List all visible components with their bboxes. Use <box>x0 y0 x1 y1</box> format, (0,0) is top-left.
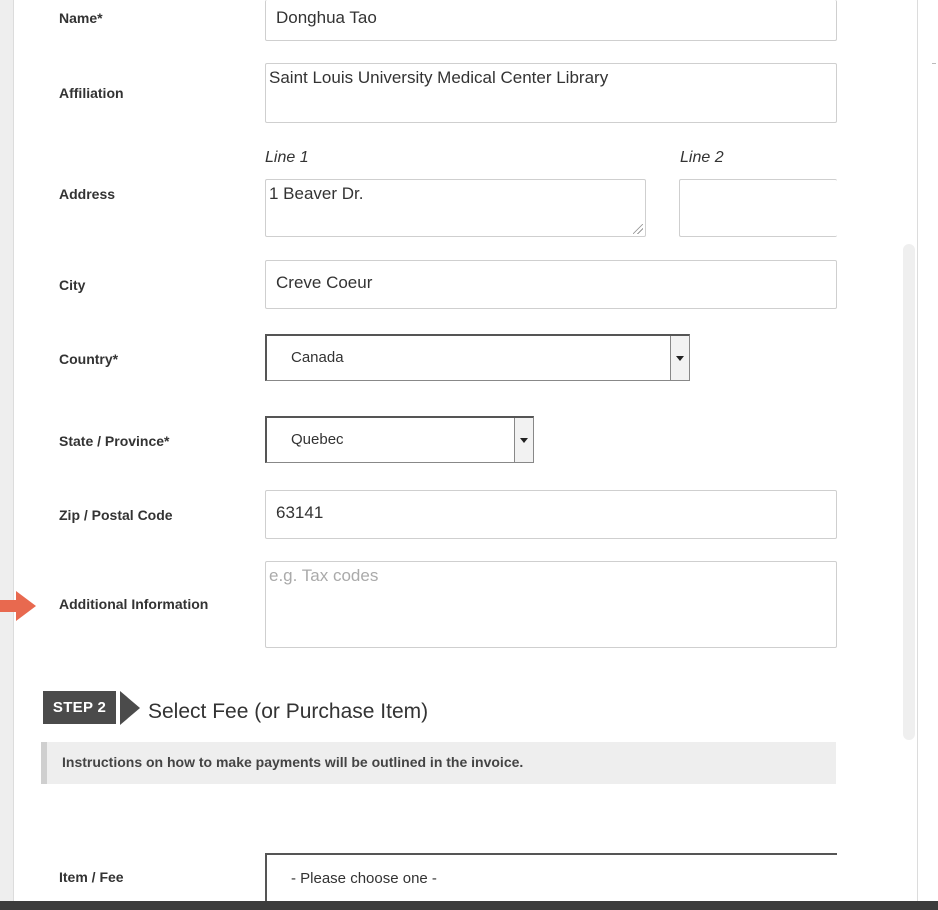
city-label: City <box>59 277 86 293</box>
address-line1-value: 1 Beaver Dr. <box>269 184 364 203</box>
state-label: State / Province* <box>59 433 170 449</box>
zip-label: Zip / Postal Code <box>59 507 173 523</box>
bottom-bar <box>0 901 938 910</box>
additional-info-label: Additional Information <box>59 596 209 612</box>
address-line2-label: Line 2 <box>680 149 724 166</box>
right-tick-mark <box>932 63 936 64</box>
scrollbar[interactable] <box>903 244 915 740</box>
state-selected: Quebec <box>291 431 344 448</box>
zip-input[interactable]: 63141 <box>265 490 837 539</box>
additional-info-placeholder: e.g. Tax codes <box>269 566 379 585</box>
chevron-down-icon[interactable] <box>670 336 689 380</box>
address-line2-textarea[interactable] <box>679 179 837 237</box>
chevron-down-icon[interactable] <box>514 418 533 462</box>
name-value: Donghua Tao <box>276 8 377 27</box>
affiliation-textarea[interactable]: Saint Louis University Medical Center Li… <box>265 63 837 123</box>
left-divider <box>13 0 14 910</box>
city-input[interactable]: Creve Coeur <box>265 260 837 309</box>
item-fee-selected: - Please choose one - <box>291 870 437 887</box>
affiliation-value: Saint Louis University Medical Center Li… <box>269 68 609 87</box>
zip-value: 63141 <box>276 503 324 522</box>
payment-notice: Instructions on how to make payments wil… <box>41 742 836 784</box>
state-select[interactable]: Quebec <box>265 416 534 463</box>
right-divider <box>917 0 918 910</box>
name-input[interactable]: Donghua Tao <box>265 0 837 41</box>
resize-grip-icon[interactable] <box>633 224 643 234</box>
item-fee-select[interactable]: - Please choose one - <box>265 853 837 903</box>
address-line1-textarea[interactable]: 1 Beaver Dr. <box>265 179 646 237</box>
city-value: Creve Coeur <box>276 273 373 292</box>
name-label: Name* <box>59 10 103 26</box>
affiliation-label: Affiliation <box>59 85 124 101</box>
step-title: Select Fee (or Purchase Item) <box>148 700 429 723</box>
arrow-right-icon <box>0 591 36 621</box>
country-selected: Canada <box>291 349 344 366</box>
additional-info-textarea[interactable]: e.g. Tax codes <box>265 561 837 648</box>
item-fee-label: Item / Fee <box>59 869 124 885</box>
left-panel-border <box>0 0 13 910</box>
step-badge: STEP 2 <box>43 691 116 724</box>
address-line1-label: Line 1 <box>265 149 309 166</box>
step-chevron <box>120 691 140 725</box>
country-label: Country* <box>59 351 119 367</box>
address-label: Address <box>59 186 116 202</box>
country-select[interactable]: Canada <box>265 334 690 381</box>
payment-notice-text: Instructions on how to make payments wil… <box>62 754 524 770</box>
